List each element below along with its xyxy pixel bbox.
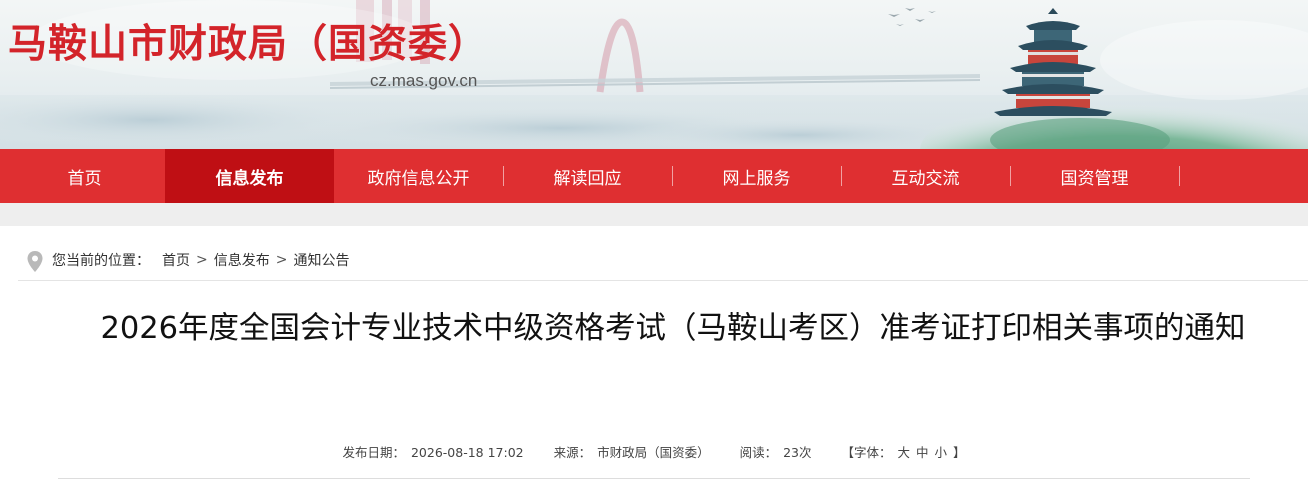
divider — [58, 478, 1250, 479]
article-title: 2026年度全国会计专业技术中级资格考试（马鞍山考区）准考证打印相关事项的通知 — [100, 311, 1246, 346]
breadcrumb-notices[interactable]: 通知公告 — [293, 250, 349, 270]
main-nav: 首页 信息发布 政府信息公开 解读回应 网上服务 互动交流 国资管理 — [0, 149, 1308, 203]
site-title: 马鞍山市财政局（国资委） — [8, 22, 489, 67]
nav-item-gov-info[interactable]: 政府信息公开 — [334, 149, 503, 203]
breadcrumb-news[interactable]: 信息发布 — [214, 250, 270, 270]
font-size-small[interactable]: 小 — [935, 445, 948, 460]
site-banner: 马鞍山市财政局（国资委） cz.mas.gov.cn — [0, 0, 1308, 149]
nav-divider — [1179, 166, 1180, 186]
view-count: 23次 — [783, 445, 812, 460]
nav-shadow-band — [0, 203, 1308, 226]
font-size-label: 【字体： — [841, 445, 892, 460]
breadcrumb-prefix: 您当前的位置： — [52, 253, 150, 269]
nav-item-news[interactable]: 信息发布 — [165, 149, 334, 203]
font-size-medium[interactable]: 中 — [916, 445, 929, 460]
breadcrumb: 您当前的位置： 首页 > 信息发布 > 通知公告 — [18, 240, 1308, 281]
site-domain: cz.mas.gov.cn — [370, 71, 478, 90]
views-label: 阅读： — [739, 445, 778, 460]
publish-date-label: 发布日期： — [342, 445, 405, 460]
source: 市财政局（国资委） — [597, 445, 710, 460]
location-pin-icon — [27, 251, 43, 272]
nav-item-online-service[interactable]: 网上服务 — [672, 149, 841, 203]
font-size-large[interactable]: 大 — [897, 445, 910, 460]
nav-item-state-assets[interactable]: 国资管理 — [1010, 149, 1179, 203]
source-label: 来源： — [553, 445, 592, 460]
breadcrumb-home[interactable]: 首页 — [162, 250, 190, 270]
nav-item-interpretation[interactable]: 解读回应 — [503, 149, 672, 203]
article-meta: 发布日期： 2026-08-18 17:02 来源： 市财政局（国资委） 阅读： 23… — [0, 442, 1308, 462]
breadcrumb-separator: > — [275, 252, 288, 268]
breadcrumb-separator: > — [196, 252, 208, 268]
font-size-close: 】 — [953, 445, 966, 460]
nav-item-home[interactable]: 首页 — [0, 149, 169, 203]
publish-date: 2026-08-18 17:02 — [410, 445, 524, 460]
nav-item-interaction[interactable]: 互动交流 — [841, 149, 1010, 203]
